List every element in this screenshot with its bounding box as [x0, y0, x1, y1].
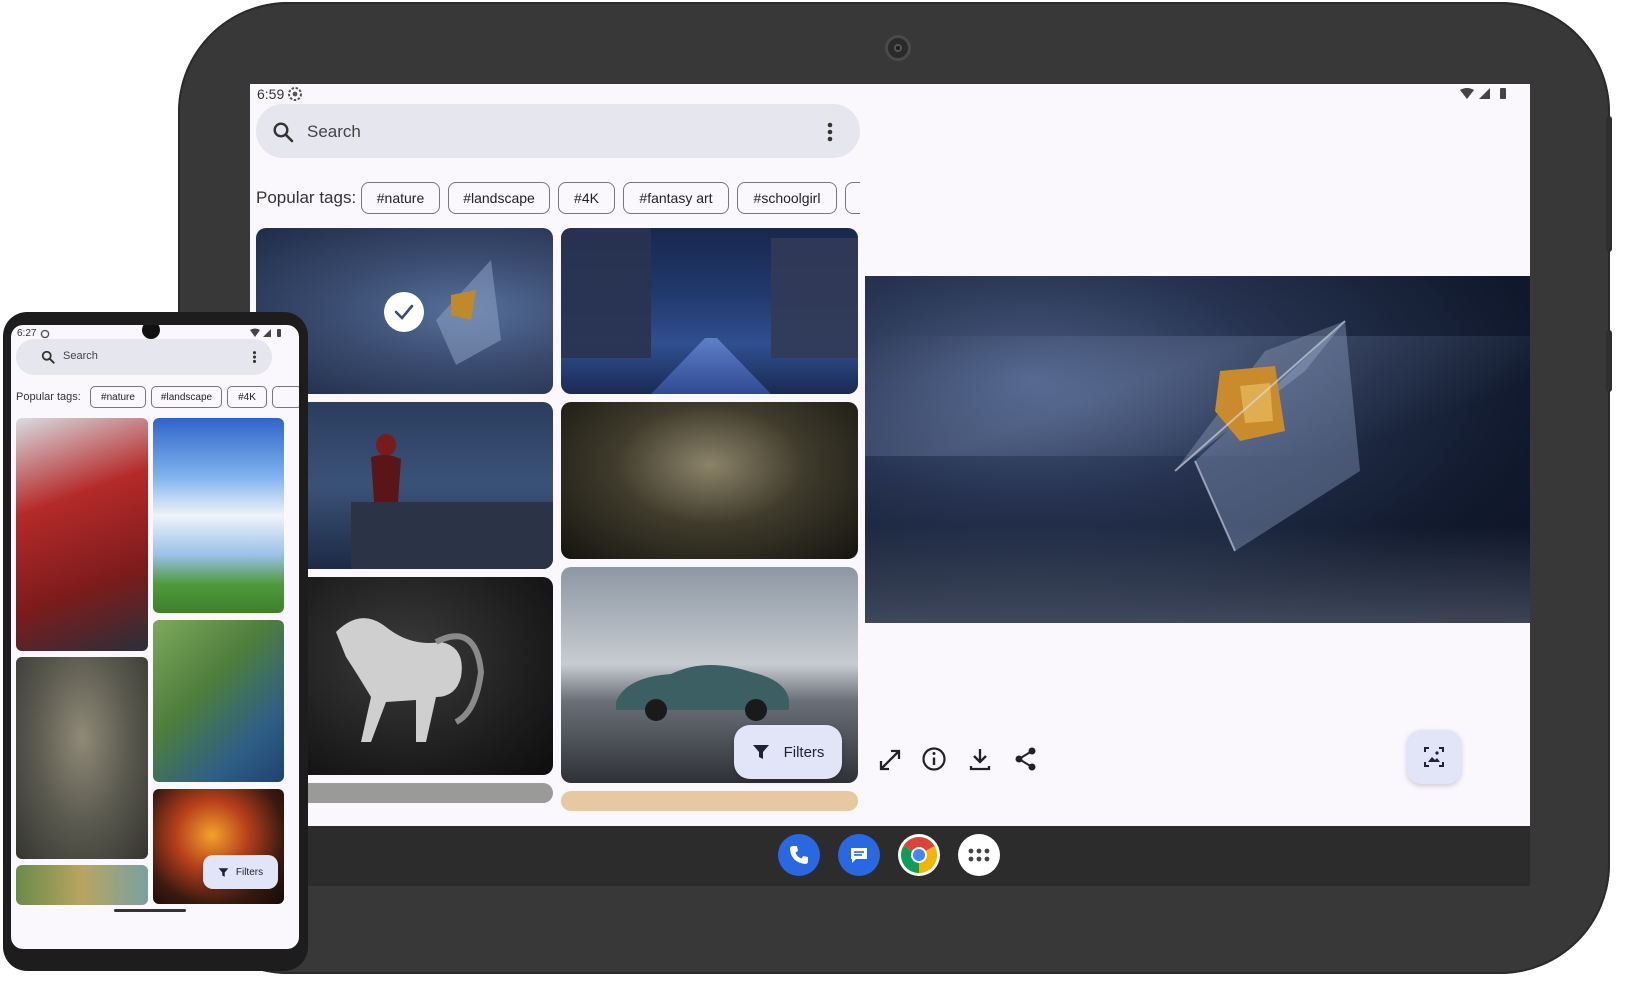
wallpaper-tile[interactable] — [153, 418, 284, 613]
search-bar[interactable]: Search — [256, 104, 860, 158]
filter-icon — [752, 745, 769, 759]
car-thumbnail — [616, 664, 789, 721]
check-icon — [394, 304, 414, 320]
status-icons — [1460, 88, 1506, 99]
phone-status-icons — [250, 328, 281, 337]
settings-status-icon — [288, 87, 302, 101]
messages-app-icon[interactable] — [838, 834, 880, 876]
wallpaper-tile[interactable] — [16, 657, 148, 859]
tags-row: Popular tags: #nature #landscape #4K #fa… — [256, 181, 860, 215]
phone-handset-icon — [790, 846, 808, 864]
phone-screen: 6:27 Search Popular tags: #nature #lands… — [11, 325, 299, 949]
download-icon[interactable] — [966, 745, 994, 773]
tag-chip-fantasy-art[interactable]: #fantasy art — [623, 182, 729, 214]
status-time: 6:59 — [257, 86, 285, 102]
tablet-screen: 6:59 Search Popular tags: #nature #lands… — [250, 84, 1530, 886]
search-placeholder: Search — [63, 350, 98, 362]
fullscreen-icon[interactable] — [877, 747, 903, 773]
filters-button[interactable]: Filters — [203, 855, 278, 889]
phone-app-icon[interactable] — [778, 834, 820, 876]
wallpaper-tile[interactable] — [561, 228, 858, 394]
more-options-icon[interactable] — [252, 350, 257, 364]
wallpaper-tile[interactable] — [561, 402, 858, 559]
filters-button[interactable]: Filters — [734, 725, 842, 779]
horse-thumbnail — [336, 618, 485, 742]
chrome-app-icon[interactable] — [898, 834, 940, 876]
phone-status-time: 6:27 — [17, 328, 37, 339]
tag-chip-landscape[interactable]: #landscape — [151, 386, 222, 408]
share-icon[interactable] — [1012, 745, 1040, 773]
tags-label: Popular tags: — [256, 188, 357, 207]
selected-check-badge — [384, 292, 424, 332]
search-bar[interactable]: Search — [16, 339, 272, 375]
tag-chip-schoolgirl[interactable]: #schoolgirl — [737, 182, 837, 214]
tag-chip-nature[interactable]: #nature — [90, 386, 146, 408]
figure-thumbnail — [371, 434, 401, 502]
chrome-logo-icon — [900, 837, 938, 873]
wallpaper-tile[interactable] — [153, 620, 284, 782]
filter-icon — [218, 867, 229, 877]
telescope-preview-image — [1174, 320, 1360, 552]
set-wallpaper-icon — [1424, 747, 1444, 767]
wallpaper-preview — [865, 276, 1530, 623]
message-bubble-icon — [851, 848, 867, 863]
app-drawer-icon[interactable] — [958, 834, 1000, 876]
tag-chip-4k[interactable]: #4K — [227, 386, 267, 408]
tag-chip-nature[interactable]: #nature — [361, 182, 440, 214]
volume-button — [1606, 116, 1612, 252]
tags-label: Popular tags: — [16, 391, 81, 403]
search-icon — [41, 350, 55, 364]
tags-row: Popular tags: #nature #landscape #4K — [16, 385, 299, 409]
wallpaper-tile[interactable] — [16, 865, 148, 905]
wallpaper-tile[interactable] — [16, 418, 148, 651]
apps-grid-icon — [968, 848, 990, 862]
wallpaper-tile[interactable] — [561, 791, 858, 811]
tag-chip-landscape[interactable]: #landscape — [448, 182, 550, 214]
more-options-icon[interactable] — [826, 121, 834, 143]
search-placeholder: Search — [307, 122, 361, 141]
tag-chip-more[interactable] — [845, 182, 860, 214]
settings-status-icon — [40, 329, 50, 339]
search-icon — [273, 122, 294, 143]
tag-chip-more[interactable] — [272, 386, 299, 408]
gesture-nav-bar[interactable] — [114, 909, 186, 912]
power-button — [1606, 330, 1612, 392]
front-camera — [885, 35, 911, 61]
tag-chip-4k[interactable]: #4K — [558, 182, 615, 214]
info-icon[interactable] — [920, 745, 948, 773]
filters-label: Filters — [235, 866, 264, 878]
set-wallpaper-button[interactable] — [1407, 730, 1461, 784]
phone-camera-cutout — [142, 325, 160, 339]
taskbar — [250, 826, 1530, 886]
filters-label: Filters — [783, 743, 825, 761]
